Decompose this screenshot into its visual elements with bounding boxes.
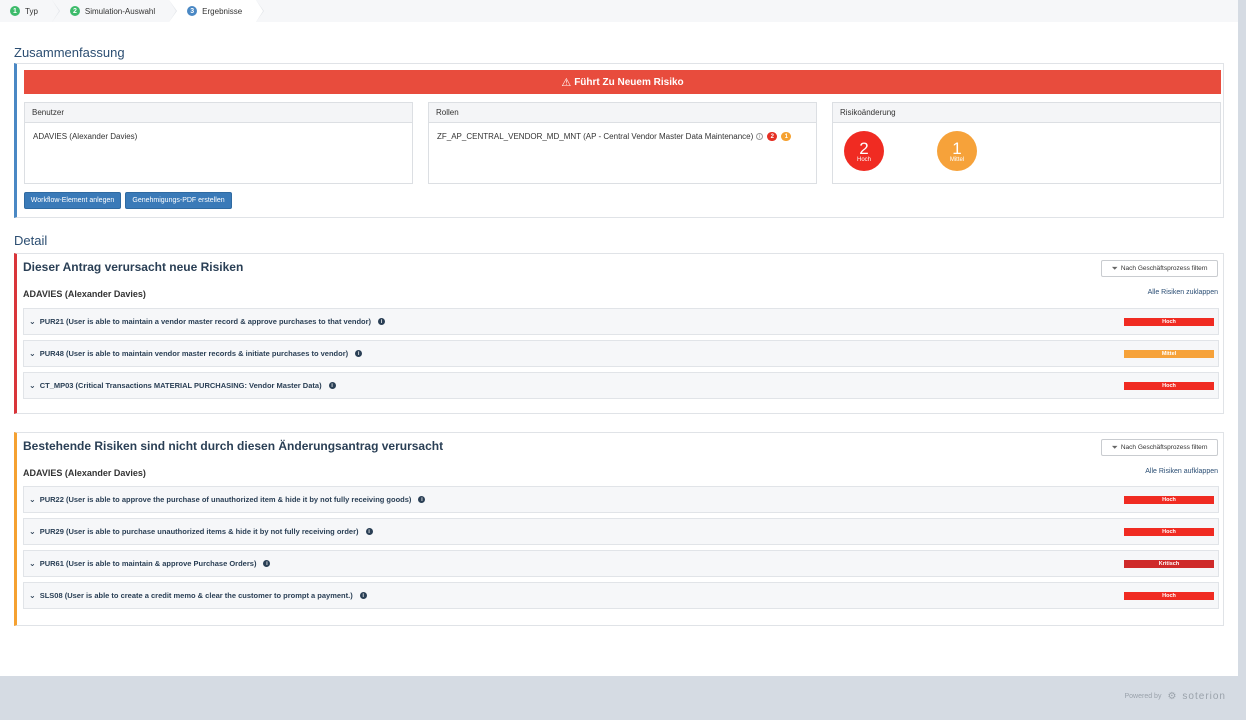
step-type[interactable]: 1 Typ <box>0 0 60 22</box>
user-value: ADAVIES (Alexander Davies) <box>33 132 138 141</box>
risk-text: CT_MP03 (Critical Transactions MATERIAL … <box>39 381 322 390</box>
collapse-all-link[interactable]: Alle Risiken zuklappen <box>1148 289 1218 296</box>
risk-row[interactable]: ⌄ PUR48 (User is able to maintain vendor… <box>23 340 1219 367</box>
soterion-logo-icon: ⚙ <box>1167 691 1177 702</box>
user-name: ADAVIES (Alexander Davies) <box>23 289 146 299</box>
risk-level-badge: Mittel <box>1124 350 1214 358</box>
expand-all-link[interactable]: Alle Risiken aufklappen <box>1145 468 1218 475</box>
risk-alert-banner: ⚠ Führt Zu Neuem Risiko <box>24 70 1221 94</box>
filter-icon: ⏷ <box>1111 263 1118 273</box>
high-risk-count-circle: 2 Hoch <box>844 131 884 171</box>
step-number: 3 <box>187 6 198 16</box>
risk-row[interactable]: ⌄ CT_MP03 (Critical Transactions MATERIA… <box>23 372 1219 399</box>
user-name: ADAVIES (Alexander Davies) <box>23 468 146 478</box>
risk-level-badge: Kritisch <box>1124 560 1214 568</box>
info-icon[interactable]: i <box>263 560 271 567</box>
panel-header: Risikoänderung <box>833 103 1220 123</box>
filter-by-process-button[interactable]: ⏷ Nach Geschäftsprozess filtern <box>1101 260 1218 277</box>
risk-row[interactable]: ⌄ PUR22 (User is able to approve the pur… <box>23 486 1219 513</box>
info-icon[interactable]: i <box>418 496 426 503</box>
high-risk-badge: 2 <box>767 132 778 141</box>
chevron-down-icon: ⌄ <box>29 559 36 568</box>
risk-row[interactable]: ⌄ SLS08 (User is able to create a credit… <box>23 582 1219 609</box>
info-icon[interactable]: i <box>328 382 336 389</box>
existing-risks-title: Bestehende Risiken sind nicht durch dies… <box>23 439 444 453</box>
main-page: 1 Typ 2 Simulation-Auswahl 3 Ergebnisse … <box>0 0 1238 676</box>
medium-label: Mittel <box>949 156 965 163</box>
user-panel: Benutzer ADAVIES (Alexander Davies) <box>24 102 413 184</box>
risk-row[interactable]: ⌄ PUR21 (User is able to maintain a vend… <box>23 308 1219 335</box>
panel-header: Rollen <box>429 103 816 123</box>
filter-label: Nach Geschäftsprozess filtern <box>1120 444 1208 451</box>
detail-title: Detail <box>14 233 48 248</box>
summary-title: Zusammenfassung <box>14 45 125 60</box>
step-results[interactable]: 3 Ergebnisse <box>169 0 265 22</box>
chevron-down-icon: ⌄ <box>29 381 36 390</box>
step-simulation-selection[interactable]: 2 Simulation-Auswahl <box>51 0 178 22</box>
wizard-steps: 1 Typ 2 Simulation-Auswahl 3 Ergebnisse <box>0 0 1238 22</box>
chevron-down-icon: ⌄ <box>29 349 36 358</box>
medium-risk-count-circle: 1 Mittel <box>937 131 977 171</box>
info-icon[interactable]: i <box>359 592 367 599</box>
risk-level-badge: Hoch <box>1124 318 1214 326</box>
roles-panel: Rollen ZF_AP_CENTRAL_VENDOR_MD_MNT (AP -… <box>428 102 817 184</box>
role-value: ZF_AP_CENTRAL_VENDOR_MD_MNT (AP - Centra… <box>437 132 754 141</box>
filter-label: Nach Geschäftsprozess filtern <box>1120 265 1208 272</box>
info-icon[interactable]: i <box>355 350 363 357</box>
step-label: Typ <box>25 6 38 16</box>
warning-icon: ⚠ <box>561 76 572 89</box>
risk-row[interactable]: ⌄ PUR61 (User is able to maintain & appr… <box>23 550 1219 577</box>
new-risks-box: Dieser Antrag verursacht neue Risiken ⏷ … <box>14 253 1224 414</box>
chevron-down-icon: ⌄ <box>29 591 36 600</box>
high-count: 2 <box>859 138 869 158</box>
summary-box: ⚠ Führt Zu Neuem Risiko Benutzer ADAVIES… <box>14 63 1224 218</box>
risk-text: PUR48 (User is able to maintain vendor m… <box>39 349 349 358</box>
new-risks-title: Dieser Antrag verursacht neue Risiken <box>23 260 244 274</box>
chevron-down-icon: ⌄ <box>29 317 36 326</box>
filter-icon: ⏷ <box>1111 442 1118 452</box>
step-number: 2 <box>69 6 80 16</box>
powered-by-text: Powered by <box>1124 693 1162 700</box>
risk-text: SLS08 (User is able to create a credit m… <box>39 591 353 600</box>
info-icon[interactable]: i <box>378 318 386 325</box>
risk-level-badge: Hoch <box>1124 528 1214 536</box>
roles-body: ZF_AP_CENTRAL_VENDOR_MD_MNT (AP - Centra… <box>429 123 816 150</box>
create-workflow-button[interactable]: Workflow-Element anlegen <box>24 192 121 209</box>
panel-header: Benutzer <box>25 103 412 123</box>
chevron-down-icon: ⌄ <box>29 495 36 504</box>
create-pdf-button[interactable]: Genehmigungs-PDF erstellen <box>125 192 232 209</box>
chevron-down-icon: ⌄ <box>29 527 36 536</box>
existing-risks-box: Bestehende Risiken sind nicht durch dies… <box>14 432 1224 626</box>
risk-level-badge: Hoch <box>1124 382 1214 390</box>
page-scroll-gutter <box>1238 0 1246 720</box>
risk-text: PUR21 (User is able to maintain a vendor… <box>39 317 372 326</box>
info-icon[interactable]: i <box>365 528 373 535</box>
risk-text: PUR29 (User is able to purchase unauthor… <box>39 527 359 536</box>
step-number: 1 <box>10 6 20 16</box>
filter-by-process-button[interactable]: ⏷ Nach Geschäftsprozess filtern <box>1101 439 1218 456</box>
medium-risk-badge: 1 <box>781 132 792 141</box>
brand-name: soterion <box>1182 691 1226 702</box>
step-label: Simulation-Auswahl <box>84 6 156 16</box>
risk-level-badge: Hoch <box>1124 496 1214 504</box>
step-label: Ergebnisse <box>202 6 243 16</box>
alert-text: Führt Zu Neuem Risiko <box>574 76 684 88</box>
info-icon[interactable]: i <box>756 133 764 140</box>
risk-row[interactable]: ⌄ PUR29 (User is able to purchase unauth… <box>23 518 1219 545</box>
risk-text: PUR61 (User is able to maintain & approv… <box>39 559 257 568</box>
footer: Powered by ⚙ soterion <box>1124 691 1226 702</box>
risk-level-badge: Hoch <box>1124 592 1214 600</box>
high-label: Hoch <box>856 156 871 163</box>
medium-count: 1 <box>952 138 962 158</box>
risk-change-panel: Risikoänderung 2 Hoch 1 Mittel <box>832 102 1221 184</box>
risk-text: PUR22 (User is able to approve the purch… <box>39 495 412 504</box>
